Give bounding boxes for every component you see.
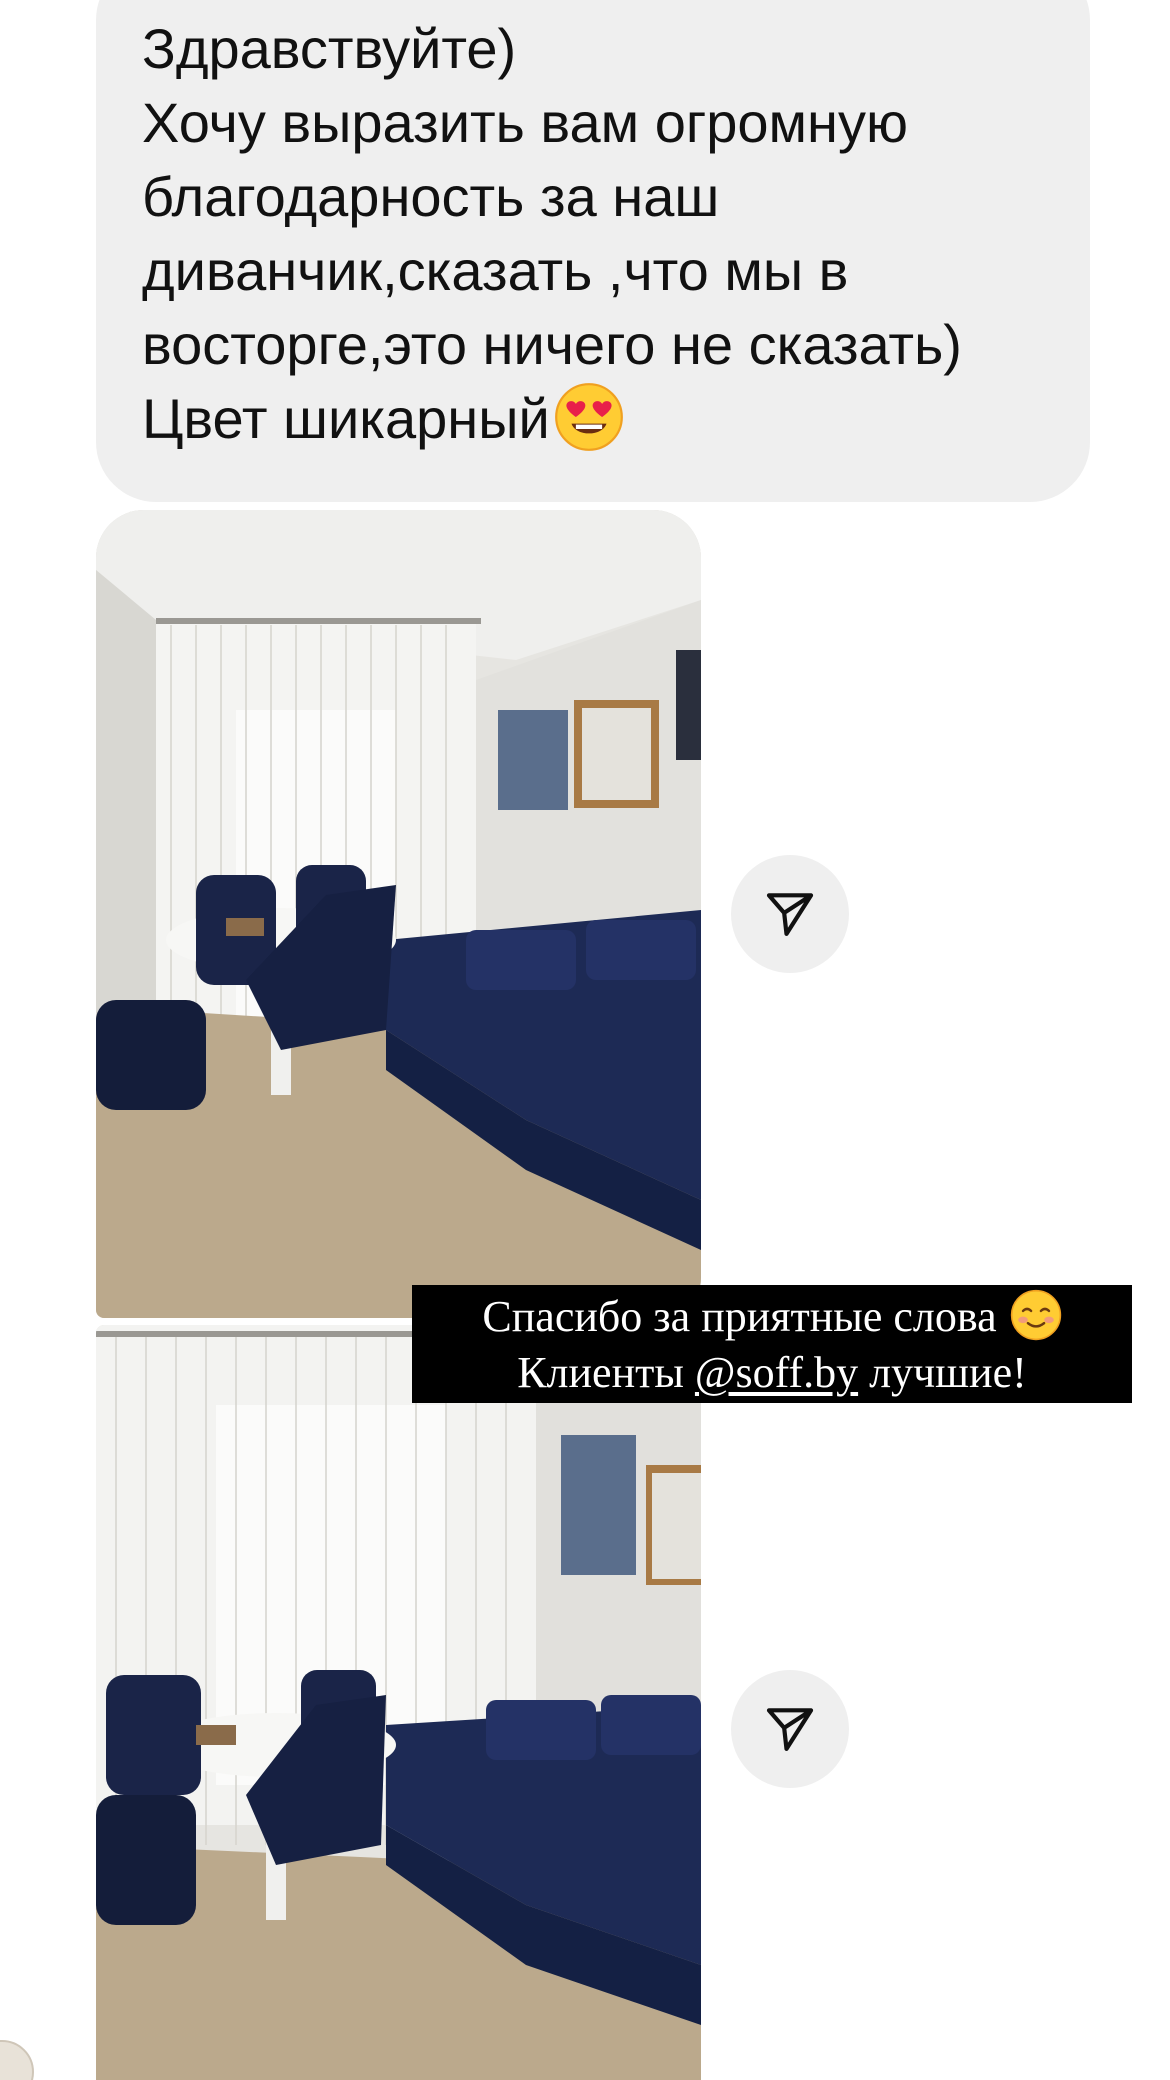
message-line: Здравствуйте)	[142, 17, 517, 80]
room-photo-image	[96, 1325, 701, 2080]
caption-prefix: Клиенты	[517, 1348, 695, 1397]
caption-line-2: Клиенты @soff.by лучшие!	[412, 1345, 1132, 1401]
message-line: восторге,это ничего не сказать)	[142, 313, 962, 376]
paper-plane-icon	[766, 893, 814, 936]
room-photo-1[interactable]	[96, 510, 701, 1318]
mention-link[interactable]: @soff.by	[695, 1348, 858, 1397]
caption-suffix: лучшие!	[858, 1348, 1027, 1397]
room-photo-image	[96, 510, 701, 1318]
message-line: Хочу выразить вам огромную	[142, 91, 908, 154]
message-line-last: Цвет шикарный	[142, 382, 1044, 456]
message-line-text: Цвет шикарный	[142, 387, 550, 450]
message-bubble: Здравствуйте) Хочу выразить вам огромную…	[96, 0, 1090, 502]
share-button[interactable]	[731, 1670, 849, 1788]
room-photo-2[interactable]	[96, 1325, 701, 2080]
caption-line-1: Спасибо за приятные слова	[412, 1289, 1132, 1345]
caption-text: Спасибо за приятные слова	[482, 1292, 997, 1341]
share-button[interactable]	[731, 855, 849, 973]
avatar	[0, 2040, 34, 2080]
story-canvas: Здравствуйте) Хочу выразить вам огромную…	[0, 0, 1170, 2080]
smiling-face-icon	[1010, 1289, 1061, 1341]
smiling-face-with-heart-eyes-icon	[554, 383, 623, 451]
message-line: благодарность за наш	[142, 165, 720, 228]
message-line: диванчик,сказать ,что мы в	[142, 239, 849, 302]
paper-plane-icon	[766, 1708, 814, 1751]
story-caption: Спасибо за приятные слова Клиенты @soff.…	[412, 1285, 1132, 1403]
